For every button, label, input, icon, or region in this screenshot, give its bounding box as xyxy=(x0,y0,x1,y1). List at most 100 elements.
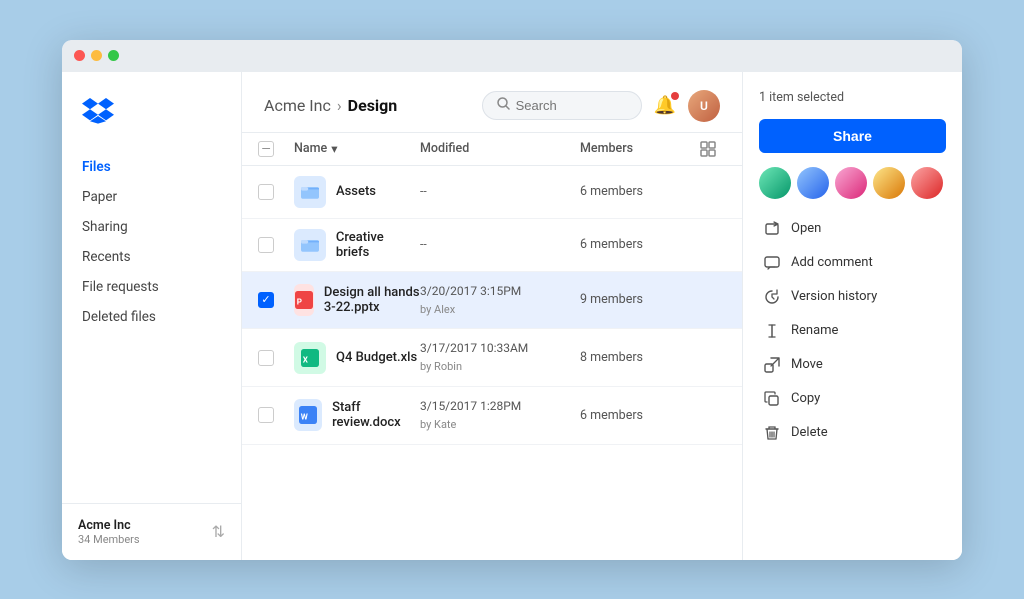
sidebar-nav: Files Paper Sharing Recents File request… xyxy=(62,152,241,503)
file-name-cell: Creative briefs xyxy=(294,229,420,261)
row-checkbox[interactable] xyxy=(258,350,274,366)
members-cell: 6 members xyxy=(580,408,690,423)
folder-icon xyxy=(294,176,326,208)
rename-label: Rename xyxy=(791,323,838,338)
view-toggle-button[interactable] xyxy=(690,141,726,157)
member-avatar[interactable] xyxy=(759,167,791,199)
table-row[interactable]: Creative briefs -- 6 members xyxy=(242,219,742,272)
modified-by: by Kate xyxy=(420,416,580,434)
chevron-up-down-icon: ⇅ xyxy=(212,522,225,541)
row-checkbox[interactable] xyxy=(258,184,274,200)
sidebar-item-recents[interactable]: Recents xyxy=(62,242,241,272)
file-name: Assets xyxy=(336,184,376,199)
col-name-header[interactable]: Name ▾ xyxy=(294,141,420,157)
table-row[interactable]: ✓ P Design all hands 3-22.pptx 3/20/2017… xyxy=(242,272,742,330)
col-modified-header[interactable]: Modified xyxy=(420,141,580,156)
logo xyxy=(62,96,241,152)
sort-icon: ▾ xyxy=(331,141,337,157)
table-header: — Name ▾ Modified Members xyxy=(242,133,742,166)
file-name: Creative briefs xyxy=(336,230,420,260)
modified-cell: -- xyxy=(420,235,580,254)
svg-text:W: W xyxy=(301,412,308,422)
context-copy[interactable]: Copy xyxy=(759,383,946,415)
window-body: Files Paper Sharing Recents File request… xyxy=(62,72,962,560)
right-panel: 1 item selected Share Open xyxy=(742,72,962,560)
context-menu: Open Add comment Version history xyxy=(759,213,946,449)
context-rename[interactable]: Rename xyxy=(759,315,946,347)
file-name: Design all hands 3-22.pptx xyxy=(324,285,420,315)
modified-date: 3/15/2017 1:28PM xyxy=(420,397,580,416)
avatar[interactable]: U xyxy=(688,90,720,122)
notification-badge xyxy=(671,92,679,100)
main-header: Acme Inc › Design xyxy=(242,72,742,133)
context-version-history[interactable]: Version history xyxy=(759,281,946,313)
modified-cell: 3/20/2017 3:15PM by Alex xyxy=(420,282,580,319)
minimize-dot[interactable] xyxy=(91,50,102,61)
context-open[interactable]: Open xyxy=(759,213,946,245)
context-delete[interactable]: Delete xyxy=(759,417,946,449)
svg-text:P: P xyxy=(297,296,302,306)
table-row[interactable]: Assets -- 6 members xyxy=(242,166,742,219)
name-col-label: Name xyxy=(294,141,327,156)
app-window: Files Paper Sharing Recents File request… xyxy=(62,40,962,560)
breadcrumb-parent[interactable]: Acme Inc xyxy=(264,96,331,115)
version-history-icon xyxy=(763,288,781,306)
row-checkbox[interactable] xyxy=(258,237,274,253)
copy-icon xyxy=(763,390,781,408)
sidebar-item-file-requests[interactable]: File requests xyxy=(62,272,241,302)
version-history-label: Version history xyxy=(791,289,877,304)
table-row[interactable]: X Q4 Budget.xls 3/17/2017 10:33AM by Rob… xyxy=(242,329,742,387)
maximize-dot[interactable] xyxy=(108,50,119,61)
member-avatar[interactable] xyxy=(911,167,943,199)
open-label: Open xyxy=(791,221,821,236)
col-members-header[interactable]: Members xyxy=(580,141,690,156)
sidebar-item-deleted-files[interactable]: Deleted files xyxy=(62,302,241,332)
modified-cell: 3/15/2017 1:28PM by Kate xyxy=(420,397,580,434)
org-name: Acme Inc xyxy=(78,518,140,533)
sidebar-item-sharing[interactable]: Sharing xyxy=(62,212,241,242)
modified-by: by Alex xyxy=(420,301,580,319)
modified-date: 3/17/2017 10:33AM xyxy=(420,339,580,358)
search-input[interactable] xyxy=(516,98,626,113)
sidebar-item-paper[interactable]: Paper xyxy=(62,182,241,212)
folder-icon xyxy=(294,229,326,261)
file-name-cell: Assets xyxy=(294,176,420,208)
select-all-checkbox[interactable]: — xyxy=(258,141,274,157)
file-name: Q4 Budget.xls xyxy=(336,350,417,365)
search-box[interactable] xyxy=(482,91,642,120)
context-move[interactable]: Move xyxy=(759,349,946,381)
modified-date: 3/20/2017 3:15PM xyxy=(420,282,580,301)
sidebar: Files Paper Sharing Recents File request… xyxy=(62,72,242,560)
member-avatar[interactable] xyxy=(835,167,867,199)
selected-count-label: 1 item selected xyxy=(759,90,946,105)
member-avatar[interactable] xyxy=(873,167,905,199)
sidebar-footer[interactable]: Acme Inc 34 Members ⇅ xyxy=(62,503,241,560)
org-members: 34 Members xyxy=(78,533,140,546)
member-avatar[interactable] xyxy=(797,167,829,199)
file-name-cell: X Q4 Budget.xls xyxy=(294,342,420,374)
breadcrumb-separator: › xyxy=(337,96,342,115)
sidebar-item-files[interactable]: Files xyxy=(62,152,241,182)
breadcrumb: Acme Inc › Design xyxy=(264,96,397,115)
members-cell: 8 members xyxy=(580,350,690,365)
docx-icon: W xyxy=(294,399,322,431)
file-name-cell: W Staff review.docx xyxy=(294,399,420,431)
header-check-col: — xyxy=(258,141,294,157)
rename-icon xyxy=(763,322,781,340)
notification-button[interactable]: 🔔 xyxy=(654,95,676,116)
delete-label: Delete xyxy=(791,425,828,440)
pptx-icon: P xyxy=(294,284,314,316)
close-dot[interactable] xyxy=(74,50,85,61)
xls-icon: X xyxy=(294,342,326,374)
comment-icon xyxy=(763,254,781,272)
main-content: Acme Inc › Design xyxy=(242,72,742,560)
row-checkbox[interactable] xyxy=(258,407,274,423)
share-button[interactable]: Share xyxy=(759,119,946,153)
modified-cell: 3/17/2017 10:33AM by Robin xyxy=(420,339,580,376)
move-icon xyxy=(763,356,781,374)
context-add-comment[interactable]: Add comment xyxy=(759,247,946,279)
table-row[interactable]: W Staff review.docx 3/15/2017 1:28PM by … xyxy=(242,387,742,445)
org-info: Acme Inc 34 Members xyxy=(78,518,140,546)
svg-text:X: X xyxy=(303,354,309,364)
row-checkbox[interactable]: ✓ xyxy=(258,292,274,308)
